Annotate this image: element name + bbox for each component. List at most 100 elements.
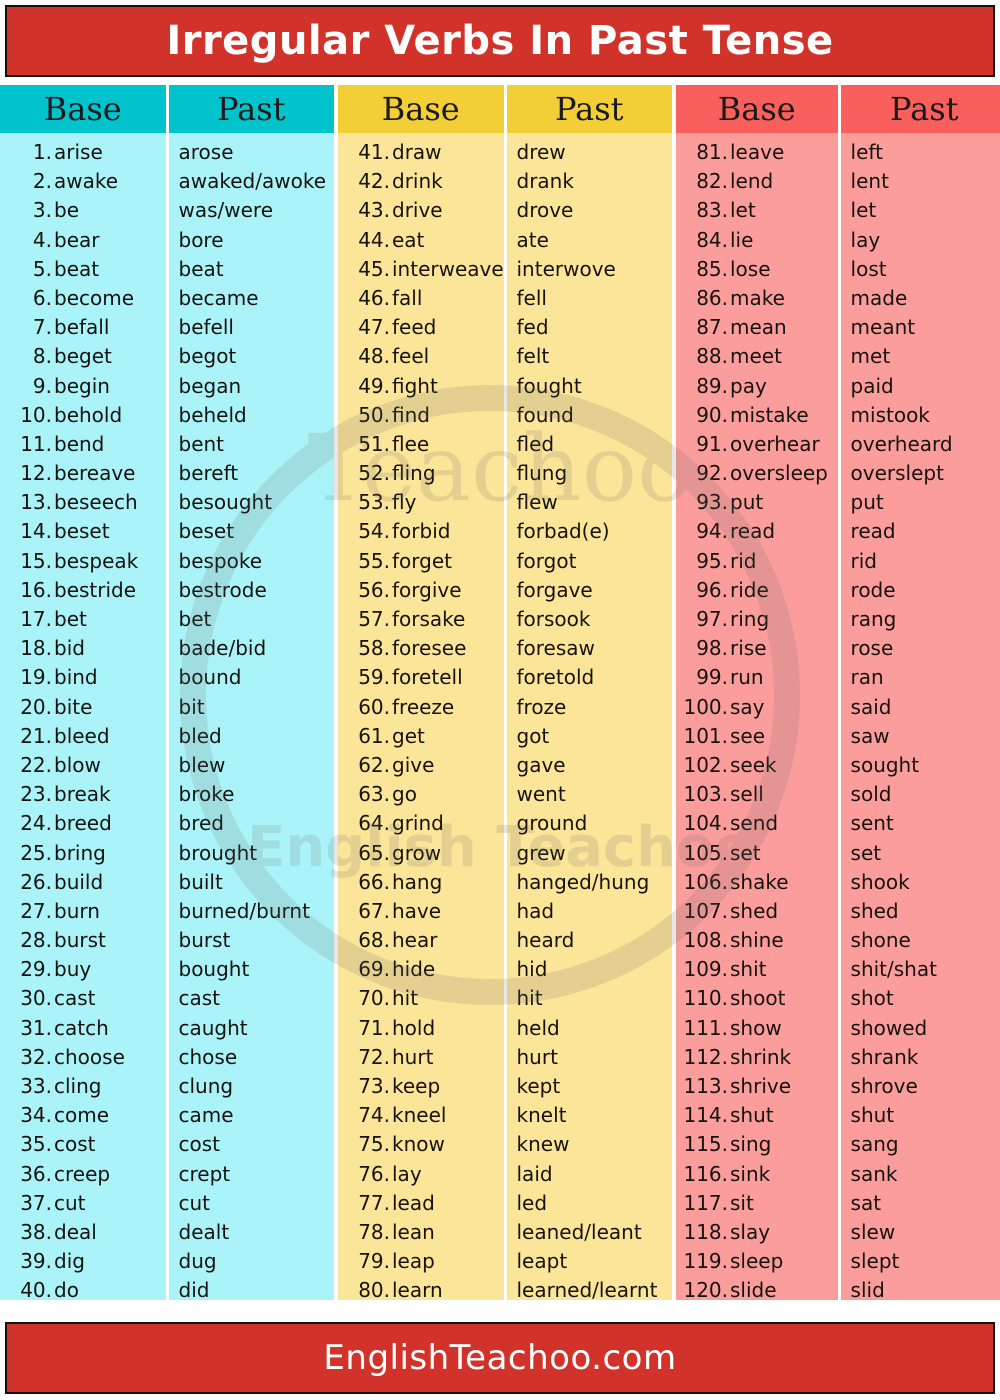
row-number: 105. xyxy=(683,840,728,865)
row-number: 46. xyxy=(358,285,390,310)
footer-banner: EnglishTeachoo.com xyxy=(5,1322,995,1394)
past-verb-row: caught xyxy=(178,1015,248,1040)
past-verb-row: shook xyxy=(850,869,910,894)
past-verb-row: led xyxy=(516,1190,548,1215)
base-verb: cast xyxy=(54,986,96,1011)
row-number: 98. xyxy=(696,636,728,661)
row-number: 16. xyxy=(20,577,52,602)
header-past-3: Past xyxy=(840,85,1000,133)
row-number: 38. xyxy=(20,1219,52,1244)
base-verb: get xyxy=(392,723,425,748)
base-column-1: 1. arise 2. awake 3. be 4. bear 5. beat 6. become 7.… xyxy=(0,133,166,1300)
row-number: 100. xyxy=(683,694,728,719)
row-number: 15. xyxy=(20,548,52,573)
base-verb: lay xyxy=(392,1161,422,1186)
base-verb-row: 33. cling xyxy=(0,1072,166,1101)
row-number: 55. xyxy=(358,548,390,573)
base-verb-row: 24. breed xyxy=(0,809,166,838)
verb-group-2-header-row: Base Past xyxy=(338,85,672,133)
past-verb-row: shut xyxy=(850,1103,895,1128)
base-verb-row: 9. begin xyxy=(0,372,166,401)
past-verb-row: cut xyxy=(178,1190,211,1215)
base-verb: rid xyxy=(730,548,757,573)
past-verb-row: forsook xyxy=(516,607,591,631)
past-verb-row: bet xyxy=(178,607,212,631)
verb-group-1-header-row: Base Past xyxy=(0,85,334,133)
base-verb-row: 54. forbid xyxy=(338,517,504,546)
base-verb-row: 73. keep xyxy=(338,1072,504,1101)
base-verb: forget xyxy=(392,548,452,573)
base-verb-row: 74. kneel xyxy=(338,1101,504,1130)
row-number: 70. xyxy=(358,986,390,1011)
base-verb: feel xyxy=(392,344,430,369)
row-number: 74. xyxy=(358,1103,390,1128)
row-number: 120. xyxy=(683,1278,728,1300)
base-verb-row: 72. hurt xyxy=(338,1043,504,1072)
past-verb-row: drew xyxy=(516,140,566,164)
row-number: 56. xyxy=(358,577,390,602)
row-number: 8. xyxy=(32,344,52,369)
row-number: 113. xyxy=(683,1074,728,1098)
base-verb: interweave xyxy=(392,256,504,281)
row-number: 49. xyxy=(358,373,390,398)
header-base-2: Base xyxy=(338,85,504,133)
past-verb-row: fled xyxy=(516,431,555,456)
past-verb-row: left xyxy=(850,140,883,164)
base-verb: fight xyxy=(392,373,438,398)
row-number: 103. xyxy=(683,782,728,807)
row-number: 88. xyxy=(696,344,728,369)
row-number: 89. xyxy=(696,373,728,398)
base-verb: bear xyxy=(54,227,100,252)
base-verb: shine xyxy=(730,928,784,953)
base-verb: slay xyxy=(730,1219,771,1244)
row-number: 97. xyxy=(696,607,728,631)
base-verb: cling xyxy=(54,1074,102,1098)
past-verb-row: fell xyxy=(516,285,547,310)
past-verb-row: lent xyxy=(850,169,889,194)
base-verb: flee xyxy=(392,431,430,456)
base-verb: deal xyxy=(54,1219,97,1244)
past-list-2: drew drank drove ate interwove fell fed felt fou… xyxy=(507,138,673,1300)
row-number: 67. xyxy=(358,898,390,923)
base-verb-row: 57. forsake xyxy=(338,605,504,634)
past-verb-row: ate xyxy=(516,227,549,252)
base-verb: blow xyxy=(54,752,101,777)
row-number: 51. xyxy=(358,431,390,456)
base-verb-row: 97. ring xyxy=(676,605,838,634)
past-verb-row: shrove xyxy=(850,1074,918,1098)
row-number: 96. xyxy=(696,577,728,602)
base-verb: draw xyxy=(392,140,442,164)
row-number: 101. xyxy=(683,723,728,748)
past-verb-row: burned/burnt xyxy=(178,898,310,923)
past-verb-row: said xyxy=(850,694,892,719)
base-verb: beset xyxy=(54,519,110,544)
base-verb: send xyxy=(730,811,779,836)
base-verb-row: 107. shed xyxy=(676,897,838,926)
base-verb: dig xyxy=(54,1249,85,1274)
base-verb-row: 38. deal xyxy=(0,1218,166,1247)
past-verb-row: besought xyxy=(178,490,273,515)
header-past-2: Past xyxy=(506,85,672,133)
row-number: 118. xyxy=(683,1219,728,1244)
row-number: 102. xyxy=(683,752,728,777)
row-number: 34. xyxy=(20,1103,52,1128)
base-verb: fling xyxy=(392,461,436,486)
base-verb-row: 89. pay xyxy=(676,372,838,401)
base-verb: shut xyxy=(730,1103,774,1128)
base-verb: drink xyxy=(392,169,443,194)
row-number: 44. xyxy=(358,227,390,252)
past-verb-row: built xyxy=(178,869,223,894)
verb-group-2: Base Past 41. draw 42. drink 43. drive 44. ea… xyxy=(338,85,672,1300)
base-verb-row: 34. come xyxy=(0,1101,166,1130)
base-verb: sink xyxy=(730,1161,771,1186)
base-verb-row: 85. lose xyxy=(676,255,838,284)
past-verb-row: forgave xyxy=(516,577,593,602)
row-number: 66. xyxy=(358,869,390,894)
past-verb-row: sat xyxy=(850,1190,882,1215)
base-verb-row: 36. creep xyxy=(0,1160,166,1189)
base-verb-row: 31. catch xyxy=(0,1014,166,1043)
base-verb-row: 56. forgive xyxy=(338,576,504,605)
base-verb-row: 68. hear xyxy=(338,926,504,955)
base-verb-row: 115. sing xyxy=(676,1130,838,1159)
base-verb: burst xyxy=(54,928,106,953)
